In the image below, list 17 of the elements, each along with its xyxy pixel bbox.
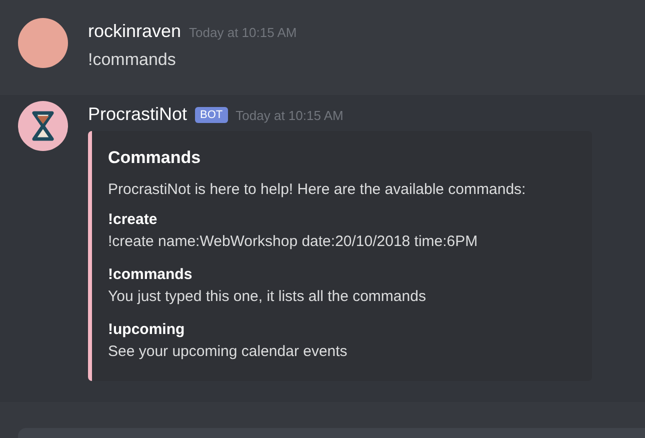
field-value: See your upcoming calendar events bbox=[108, 342, 348, 362]
field-name: !commands bbox=[108, 265, 194, 285]
username[interactable]: ProcrastiNot bbox=[88, 104, 188, 125]
user-avatar[interactable] bbox=[18, 18, 68, 68]
message-text: !commands bbox=[88, 50, 177, 70]
hourglass-icon bbox=[32, 111, 54, 141]
bot-badge: BOT bbox=[195, 106, 228, 122]
username[interactable]: rockinraven bbox=[88, 21, 182, 42]
timestamp: Today at 10:15 AM bbox=[189, 25, 297, 40]
field-value: You just typed this one, it lists all the commands bbox=[108, 287, 427, 307]
field-name: !upcoming bbox=[108, 320, 186, 340]
field-value: !create name:WebWorkshop date:20/10/2018 time:6PM bbox=[108, 232, 479, 252]
timestamp: Today at 10:15 AM bbox=[236, 108, 344, 123]
embed-description: ProcrastiNot is here to help! Here are the available commands: bbox=[108, 181, 527, 198]
field-name: !create bbox=[108, 210, 158, 230]
embed-title: Commands bbox=[108, 148, 202, 168]
bot-avatar[interactable] bbox=[18, 101, 68, 151]
